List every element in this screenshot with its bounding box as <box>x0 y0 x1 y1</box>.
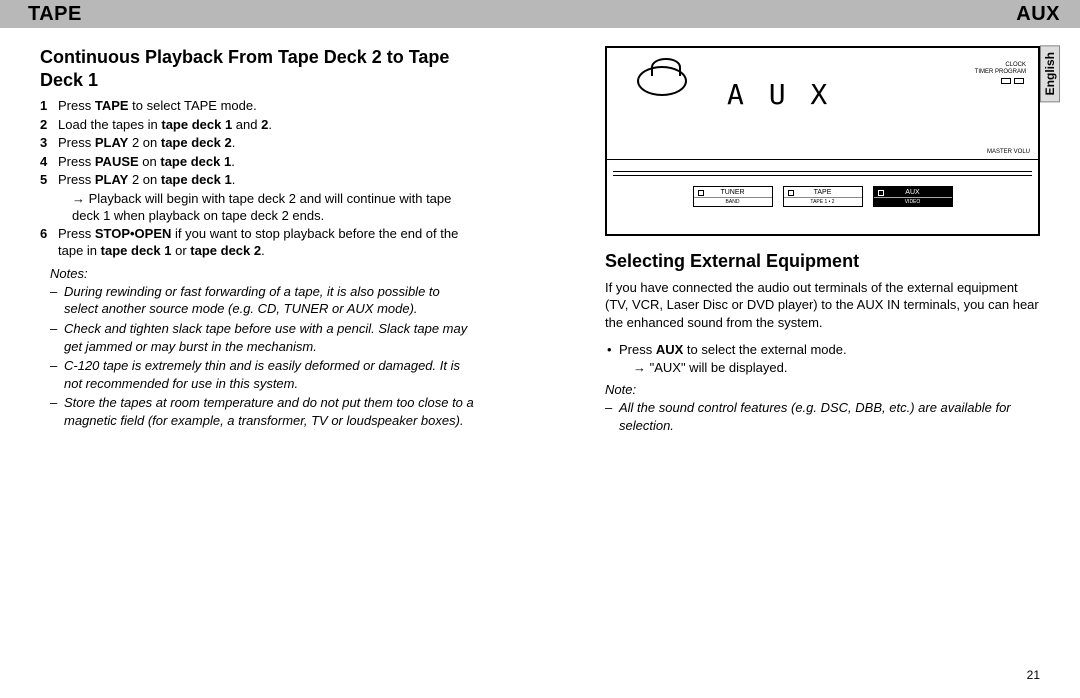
aux-bullet: Press AUX to select the external mode. →… <box>619 341 1040 376</box>
note-item: –During rewinding or fast forwarding of … <box>50 283 475 318</box>
clock-labels: CLOCK TIMER PROGRAM <box>975 62 1026 76</box>
step-item: 4Press PAUSE on tape deck 1. <box>40 153 475 171</box>
aux-illustration: A U X CLOCK TIMER PROGRAM MASTER VOLU TU… <box>605 46 1040 236</box>
device-button-tuner: TUNERBAND <box>693 186 773 207</box>
header-left: TAPE <box>28 3 82 26</box>
tape-notes: –During rewinding or fast forwarding of … <box>40 283 475 429</box>
note-item: –Check and tighten slack tape before use… <box>50 320 475 355</box>
content: Continuous Playback From Tape Deck 2 to … <box>0 28 1080 436</box>
step-item: 2Load the tapes in tape deck 1 and 2. <box>40 116 475 134</box>
step-item: 6Press STOP•OPEN if you want to stop pla… <box>40 225 475 260</box>
step-sub: → Playback will begin with tape deck 2 a… <box>40 190 475 225</box>
note-item: –Store the tapes at room temperature and… <box>50 394 475 429</box>
aux-bullet-sub: → "AUX" will be displayed. <box>619 359 1040 377</box>
aux-notes: –All the sound control features (e.g. DS… <box>605 399 1040 434</box>
aux-title: Selecting External Equipment <box>605 250 1040 273</box>
indicator-boxes <box>1001 78 1024 84</box>
device-button-tape: TAPETAPE 1 • 2 <box>783 186 863 207</box>
tape-title: Continuous Playback From Tape Deck 2 to … <box>40 46 475 91</box>
aux-note-title: Note: <box>605 382 1040 397</box>
header-right: AUX <box>1016 3 1060 26</box>
tape-steps: 1Press TAPE to select TAPE mode.2Load th… <box>40 97 475 260</box>
cd-icon <box>637 66 687 96</box>
tape-notes-title: Notes: <box>40 266 475 281</box>
step-item: 1Press TAPE to select TAPE mode. <box>40 97 475 115</box>
master-volume-label: MASTER VOLU <box>987 149 1030 155</box>
device-button-aux: AUXVIDEO <box>873 186 953 207</box>
step-item: 3Press PLAY 2 on tape deck 2. <box>40 134 475 152</box>
aux-intro: If you have connected the audio out term… <box>605 279 1040 332</box>
aux-column: A U X CLOCK TIMER PROGRAM MASTER VOLU TU… <box>605 46 1040 436</box>
aux-bullet-list: Press AUX to select the external mode. →… <box>605 341 1040 376</box>
step-item: 5Press PLAY 2 on tape deck 1. <box>40 171 475 189</box>
language-tab: English <box>1040 45 1060 102</box>
device-button-row: TUNERBAND TAPETAPE 1 • 2 AUXVIDEO <box>607 186 1038 207</box>
page-number: 21 <box>1027 668 1040 682</box>
header-bar: TAPE AUX <box>0 0 1080 28</box>
display-aux-text: A U X <box>727 78 831 111</box>
note-item: –C-120 tape is extremely thin and is eas… <box>50 357 475 392</box>
tape-column: Continuous Playback From Tape Deck 2 to … <box>40 46 475 436</box>
